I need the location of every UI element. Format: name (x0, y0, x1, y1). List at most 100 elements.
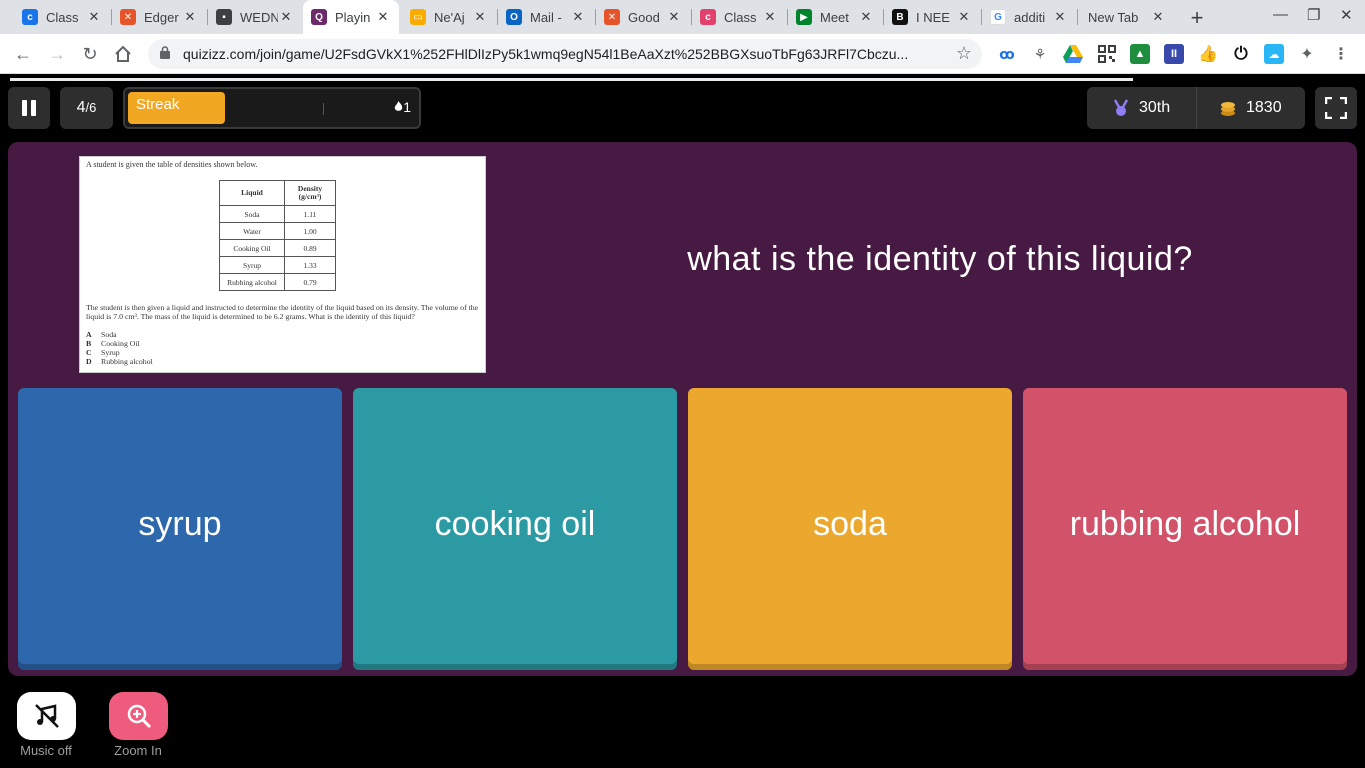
edgenuity-icon: ✕ (120, 9, 136, 25)
streak-count: 1 (394, 99, 411, 115)
close-tab-icon[interactable]: ✕ (666, 9, 682, 25)
zoom-label: Zoom In (114, 743, 162, 758)
extensions-puzzle-icon[interactable]: ✦ (1297, 44, 1317, 64)
browser-toolbar: ← → ↻ quizizz.com/join/game/U2FsdGVkX1%2… (0, 34, 1365, 74)
music-label: Music off (20, 743, 72, 758)
browser-tab[interactable]: ✕ Good ✕ (596, 4, 690, 30)
close-tab-icon[interactable]: ✕ (762, 9, 778, 25)
new-tab-icon[interactable]: + (1185, 5, 1209, 31)
extension-wine-icon[interactable]: ⚘ (1030, 44, 1050, 64)
image-body-text: The student is then given a liquid and i… (86, 303, 479, 321)
close-tab-icon[interactable]: ✕ (86, 9, 102, 25)
streak-bar: Streak 1 (123, 87, 421, 129)
google-icon: G (990, 9, 1006, 25)
browser-tab[interactable]: ✕ Edger ✕ (112, 4, 206, 30)
answer-option-1[interactable]: syrup (18, 388, 342, 670)
minimize-icon[interactable]: — (1273, 6, 1288, 23)
browser-tab[interactable]: ▪ WEDN ✕ (208, 4, 302, 30)
url-text: quizizz.com/join/game/U2FsdGVkX1%252FHlD… (183, 46, 909, 62)
image-intro-text: A student is given the table of densitie… (86, 160, 258, 169)
home-icon[interactable] (111, 42, 135, 66)
forward-icon[interactable]: → (45, 42, 69, 66)
browser-tab[interactable]: c Class ✕ (14, 4, 110, 30)
reload-icon[interactable]: ↻ (78, 42, 102, 66)
question-image[interactable]: A student is given the table of densitie… (79, 156, 486, 373)
table-row: Soda 1.11 (219, 205, 336, 223)
browser-tab[interactable]: O Mail - ✕ (498, 4, 594, 30)
browser-tab[interactable]: c Class ✕ (692, 4, 786, 30)
tab-title: Playin (335, 9, 371, 25)
close-tab-icon[interactable]: ✕ (570, 9, 586, 25)
answer-option-4[interactable]: rubbing alcohol (1023, 388, 1347, 670)
brainly-icon: B (892, 9, 908, 25)
rank-value: 30th (1139, 99, 1171, 116)
close-tab-icon[interactable]: ✕ (858, 9, 874, 25)
medal-icon (1113, 99, 1129, 116)
edgenuity-icon: ✕ (604, 9, 620, 25)
google-drive-icon[interactable] (1063, 44, 1083, 64)
browser-tab[interactable]: G additi ✕ (982, 4, 1076, 30)
slides-icon: ▭ (410, 9, 426, 25)
tab-title: Class (724, 9, 757, 25)
close-tab-icon[interactable]: ✕ (472, 9, 488, 25)
image-option: C Syrup (86, 348, 120, 357)
qr-code-icon[interactable] (1097, 44, 1117, 64)
browser-tab-active[interactable]: Q Playin ✕ (303, 0, 399, 34)
extension-cloud-icon[interactable]: ☁ (1264, 44, 1284, 64)
contact-card-icon: ▪ (216, 9, 232, 25)
flame-icon (395, 101, 403, 111)
page-load-bar (10, 78, 1133, 81)
browser-tab[interactable]: ▭ Ne'Aj ✕ (402, 4, 496, 30)
tab-title: New Tab (1088, 9, 1139, 25)
close-tab-icon[interactable]: ✕ (1150, 9, 1166, 25)
answer-label: rubbing alcohol (1069, 504, 1301, 543)
meet-icon: ▶ (796, 9, 812, 25)
answer-label: soda (813, 504, 887, 543)
extension-ii-icon[interactable]: II (1164, 44, 1184, 64)
zoom-in-icon (127, 704, 151, 729)
density-table: Liquid Density (g/cm³) Soda 1.11 Water 1.0… (219, 180, 336, 291)
pause-button[interactable] (8, 87, 50, 129)
table-header: Density (g/cm³) (284, 180, 336, 206)
question-counter: 4/6 (60, 87, 113, 129)
close-tab-icon[interactable]: ✕ (182, 9, 198, 25)
power-icon[interactable]: ⏻ (1231, 44, 1251, 64)
zoom-in-button[interactable] (109, 692, 168, 740)
close-tab-icon[interactable]: ✕ (375, 9, 391, 25)
close-tab-icon[interactable]: ✕ (956, 9, 972, 25)
tab-title: Good (628, 9, 660, 25)
fullscreen-button[interactable] (1315, 87, 1357, 129)
answer-option-3[interactable]: soda (688, 388, 1012, 670)
outlook-icon: O (506, 9, 522, 25)
image-option: B Cooking Oil (86, 339, 140, 348)
points-stat: 1830 (1219, 87, 1282, 129)
extension-image-icon[interactable]: ▲ (1130, 44, 1150, 64)
rank-stat: 30th (1112, 87, 1170, 129)
music-toggle-button[interactable] (17, 692, 76, 740)
close-tab-icon[interactable]: ✕ (1052, 9, 1068, 25)
answer-option-2[interactable]: cooking oil (353, 388, 677, 670)
music-off-icon (34, 704, 59, 728)
points-value: 1830 (1246, 99, 1282, 116)
table-row: Syrup 1.33 (219, 256, 336, 274)
tab-title: WEDN (240, 9, 278, 25)
bookmark-star-icon[interactable]: ☆ (956, 43, 972, 64)
address-bar[interactable]: quizizz.com/join/game/U2FsdGVkX1%252FHlD… (148, 39, 982, 69)
bottom-controls: Music off Zoom In (0, 676, 1365, 768)
browser-tab[interactable]: B I NEE ✕ (884, 4, 980, 30)
tab-title: Mail - (530, 9, 562, 25)
browser-tab[interactable]: ▶ Meet ✕ (788, 4, 882, 30)
more-menu-icon[interactable]: ⋮ (1331, 44, 1351, 64)
restore-icon[interactable]: ❐ (1307, 6, 1320, 24)
fullscreen-icon (1325, 97, 1347, 119)
streak-fill: Streak (128, 92, 225, 124)
close-window-icon[interactable]: ✕ (1340, 6, 1353, 24)
close-tab-icon[interactable]: ✕ (278, 9, 294, 25)
quizizz-icon: Q (311, 9, 327, 25)
thumbs-up-icon[interactable]: 👍 (1198, 44, 1218, 64)
game-header: 4/6 Streak 1 30th 1830 (0, 82, 1365, 140)
back-icon[interactable]: ← (11, 42, 35, 66)
classroom-icon: c (700, 9, 716, 25)
extension-translate-icon[interactable]: ꝏ (997, 44, 1017, 64)
browser-tab[interactable]: New Tab ✕ (1078, 4, 1174, 30)
